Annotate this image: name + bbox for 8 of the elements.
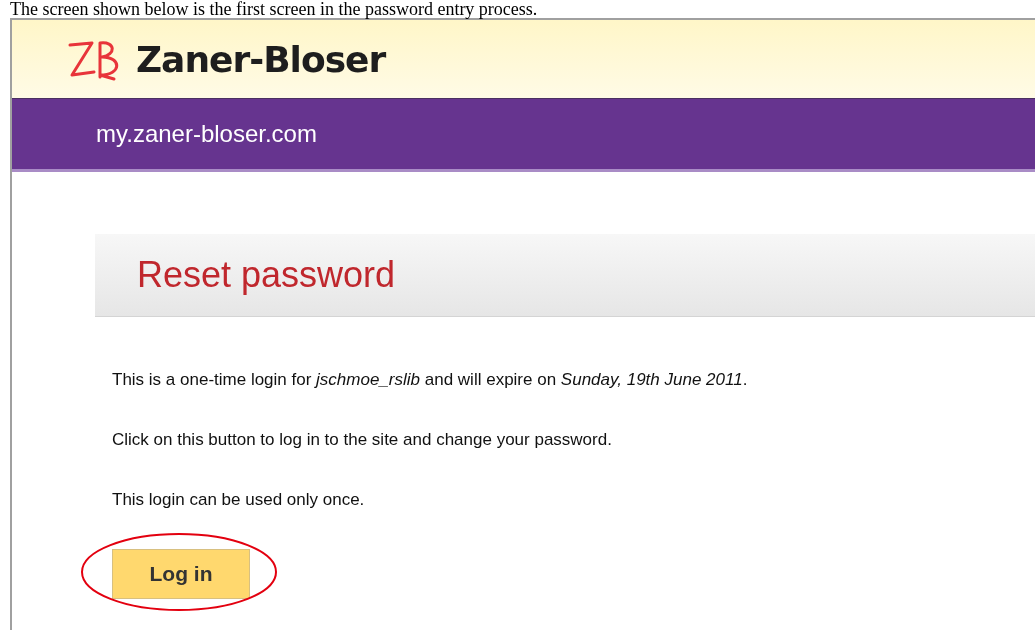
page-title: Reset password	[137, 254, 396, 296]
site-domain: my.zaner-bloser.com	[96, 120, 317, 148]
caption: The screen shown below is the first screen in the password entry process.	[9, 0, 539, 18]
login-button[interactable]: Log in	[112, 549, 250, 599]
brand-name: Zaner-Bloser	[136, 38, 386, 80]
paragraph: This login can be used only once.	[112, 489, 366, 510]
paragraph: This is a one-time login for jschmoe_rslib and will expire on Sunday, 19th June 2011.	[112, 369, 749, 390]
paragraph: Click on this button to log in to the site and change your password.	[112, 429, 613, 450]
